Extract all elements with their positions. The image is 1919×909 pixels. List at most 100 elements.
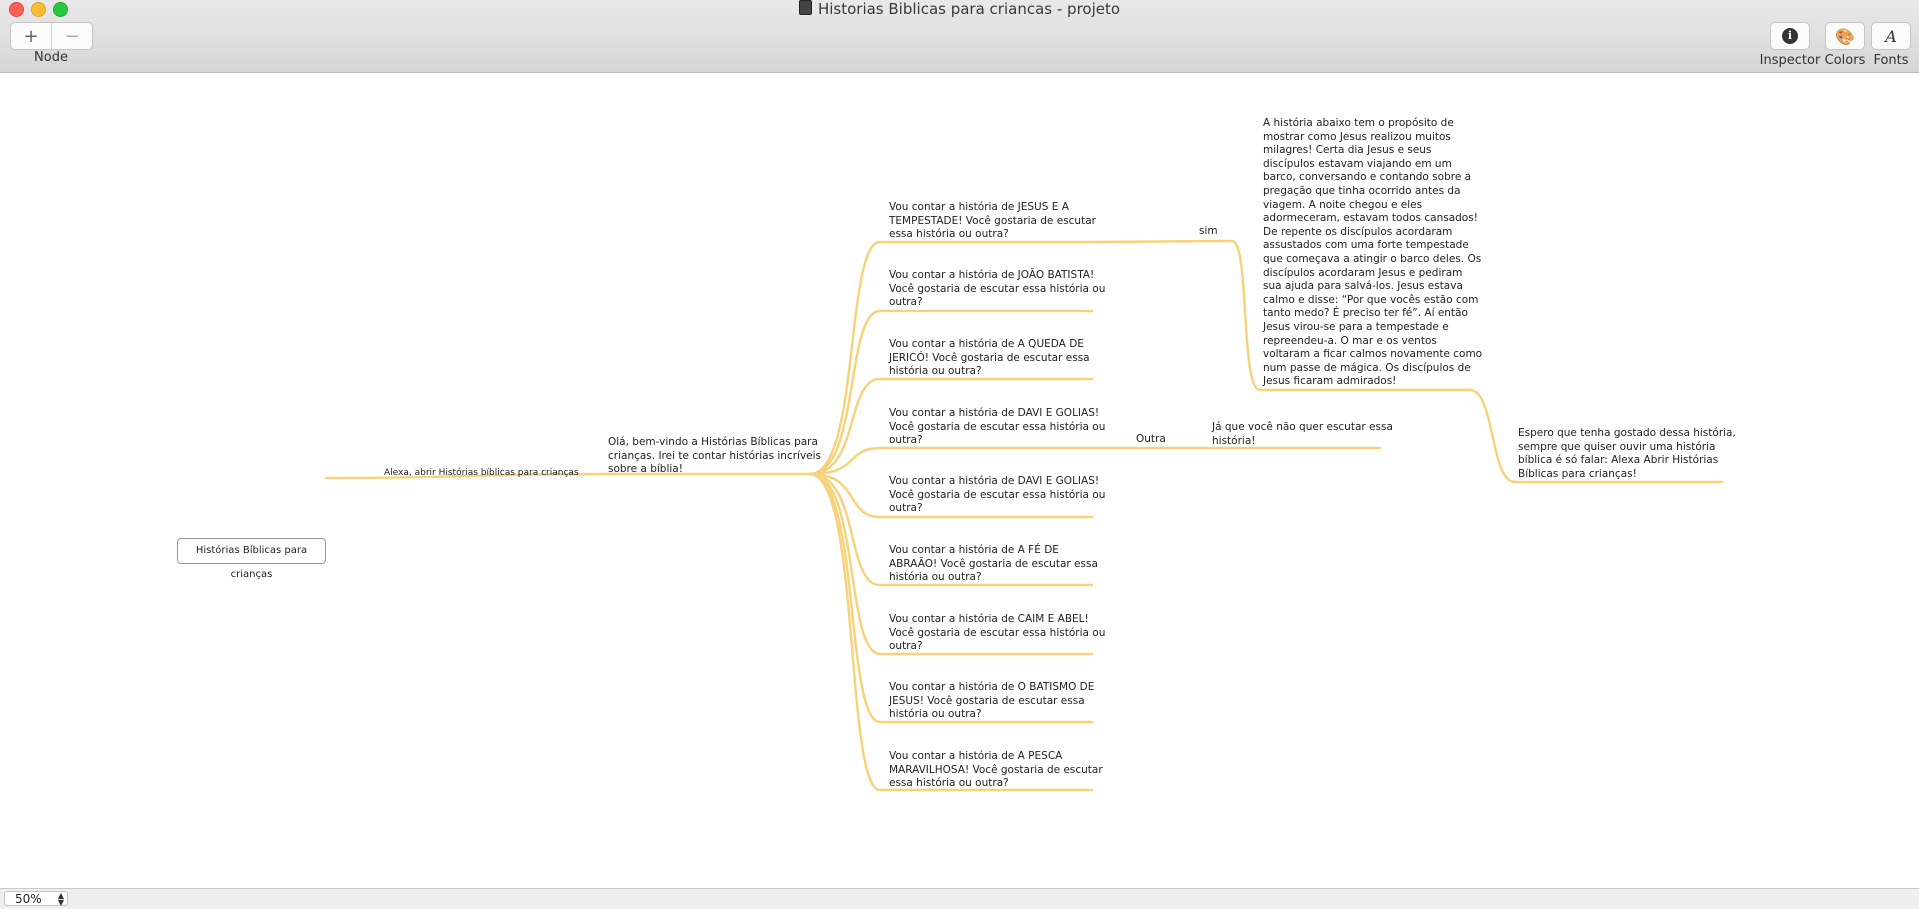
story-node-6[interactable]: Vou contar a história de A FÉ DE ABRAÃO!… <box>889 544 1098 585</box>
font-icon: A <box>1885 26 1897 46</box>
text-line: discípulos estavam viajando em um <box>1263 157 1452 170</box>
outra-reply-node[interactable]: Já que você não quer escutar essa histór… <box>1212 421 1393 448</box>
text-line: MARAVILHOSA! Você gostaria de escutar <box>889 763 1103 776</box>
text-line: discípulos acordaram Jesus e pediram <box>1263 266 1463 279</box>
story-node-5[interactable]: Vou contar a história de DAVI E GOLIAS! … <box>889 475 1105 516</box>
welcome-node[interactable]: Olá, bem-vindo a Histórias Bíblicas para… <box>608 436 821 477</box>
text-line: milagres! Certa dia Jesus e seus <box>1263 144 1432 157</box>
text-line: outra? <box>889 434 923 447</box>
text-line: crianças. Irei te contar histórias incrí… <box>608 449 822 462</box>
minus-icon: − <box>64 25 80 47</box>
text-line: Já que você não quer escutar essa <box>1212 421 1393 433</box>
text-line: essa história ou outra? <box>889 228 1009 241</box>
text-line: Você gostaria de escutar essa história o… <box>889 282 1106 295</box>
fonts-tool[interactable]: A Fonts <box>1868 22 1914 68</box>
text-line: que começava a atingir o barco deles. Os <box>1263 252 1482 265</box>
story-node-7[interactable]: Vou contar a história de CAIM E ABEL! Vo… <box>889 613 1105 654</box>
status-bar: 50% ▲ ▼ <box>0 888 1919 909</box>
colors-button[interactable]: 🎨 <box>1825 22 1865 50</box>
text-line: bíblica é só falar: Alexa Abrir História… <box>1518 454 1719 467</box>
text-line: Vou contar a história de JESUS E A <box>889 201 1069 213</box>
text-line: viagem. A noite chegou e eles <box>1263 198 1423 211</box>
text-line: JERICÓ! Você gostaria de escutar essa <box>889 351 1090 364</box>
text-line: assustados com uma forte tempestade <box>1263 239 1469 252</box>
add-node-button[interactable]: + <box>11 23 51 49</box>
text-line: Vou contar a história de A QUEDA DE <box>889 338 1084 350</box>
mindmap-root-node[interactable]: Histórias Bíblicas para crianças <box>177 538 326 580</box>
colors-tool[interactable]: 🎨 Colors <box>1820 22 1870 68</box>
text-line: Vou contar a história de CAIM E ABEL! <box>889 613 1089 625</box>
text-line: história ou outra? <box>889 365 982 378</box>
story-node-2[interactable]: Vou contar a história de JOÃO BATISTA! V… <box>889 269 1105 310</box>
document-icon <box>798 0 812 15</box>
plus-icon: + <box>23 25 39 47</box>
text-line: JESUS! Você gostaria de escutar essa <box>889 694 1085 707</box>
text-line: essa história ou outra? <box>889 777 1009 790</box>
window-title-text: Historias Biblicas para criancas - proje… <box>817 0 1121 18</box>
text-line: Espero que tenha gostado dessa história, <box>1518 427 1736 439</box>
text-line: história ou outra? <box>889 571 982 584</box>
info-icon: i <box>1782 28 1798 44</box>
text-line: Bíblicas para crianças! <box>1518 467 1637 480</box>
remove-node-button[interactable]: − <box>51 23 92 49</box>
text-line: ABRAÃO! Você gostaria de escutar essa <box>889 557 1098 570</box>
text-line: sobre a bíblia! <box>608 463 683 476</box>
zoom-value: 50% <box>15 892 42 906</box>
text-line: num passe de mágica. Os discípulos de <box>1263 361 1471 374</box>
text-line: repreendeu-a. O mar e os ventos <box>1263 334 1437 347</box>
title-bar: Historias Biblicas para criancas - proje… <box>0 0 1919 73</box>
text-line: história! <box>1212 434 1256 447</box>
story-node-4[interactable]: Vou contar a história de DAVI E GOLIAS! … <box>889 407 1105 448</box>
text-line: Você gostaria de escutar essa história o… <box>889 420 1106 433</box>
text-line: Vou contar a história de DAVI E GOLIAS! <box>889 475 1100 487</box>
text-line: TEMPESTADE! Você gostaria de escutar <box>889 214 1096 227</box>
text-line: barco, conversando e contando sobre a <box>1263 171 1472 184</box>
text-line: mostrar como Jesus realizou muitos <box>1263 130 1451 143</box>
text-line: Você gostaria de escutar essa história o… <box>889 626 1106 639</box>
palette-icon: 🎨 <box>1835 26 1855 46</box>
fonts-button[interactable]: A <box>1871 22 1911 50</box>
node-segmented-control: + − <box>10 22 93 50</box>
node-label: Node <box>34 50 68 65</box>
text-line: outra? <box>889 296 923 309</box>
inspector-label: Inspector <box>1759 53 1821 68</box>
closing-node[interactable]: Espero que tenha gostado dessa história,… <box>1518 427 1736 481</box>
mindmap-canvas[interactable]: Histórias Bíblicas para crianças Alexa, … <box>0 72 1919 888</box>
text-line: Vou contar a história de A FÉ DE <box>889 544 1059 556</box>
edge-label-sim[interactable]: sim <box>1199 225 1218 239</box>
text-line: Vou contar a história de JOÃO BATISTA! <box>889 269 1095 281</box>
story-node-3[interactable]: Vou contar a história de A QUEDA DE JERI… <box>889 338 1090 379</box>
text-line: voltaram a ficar calmos novamente como <box>1263 348 1483 361</box>
text-line: sua ajuda para salvá-los. Jesus estava <box>1263 280 1463 293</box>
branch-story-4 <box>808 446 1094 476</box>
colors-label: Colors <box>1824 53 1866 68</box>
edge-label-alexa[interactable]: Alexa, abrir Histórias bíblicas para cri… <box>384 467 579 481</box>
text-line: tanto medo? É preciso ter fé”. Aí então <box>1263 307 1468 320</box>
text-line: Vou contar a história de O BATISMO DE <box>889 681 1095 693</box>
edge-label-outra[interactable]: Outra <box>1136 433 1166 447</box>
text-line: calmo e disse: “Por que vocês estão com <box>1263 293 1479 306</box>
fonts-label: Fonts <box>1873 53 1909 68</box>
text-line: Olá, bem-vindo a Histórias Bíblicas para <box>608 436 818 448</box>
text-line: Jesus ficaram admirados! <box>1263 375 1397 388</box>
inspector-button[interactable]: i <box>1770 22 1810 50</box>
text-line: outra? <box>889 502 923 515</box>
text-line: Vou contar a história de A PESCA <box>889 750 1063 762</box>
zoom-select[interactable]: 50% ▲ ▼ <box>4 891 68 907</box>
text-line: A história abaixo tem o propósito de <box>1263 117 1454 129</box>
stepper-icon: ▲ ▼ <box>57 891 64 907</box>
story-node-9[interactable]: Vou contar a história de A PESCA MARAVIL… <box>889 750 1103 791</box>
tempestade-story-node[interactable]: A história abaixo tem o propósito de mos… <box>1263 117 1482 389</box>
text-line: Jesus virou-se para a tempestade e <box>1263 320 1449 333</box>
text-line: sempre que quiser ouvir uma história <box>1518 440 1716 453</box>
text-line: história ou outra? <box>889 708 982 721</box>
text-line: Vou contar a história de DAVI E GOLIAS! <box>889 407 1100 419</box>
text-line: adormeceram, estavam todos cansados! <box>1263 212 1478 225</box>
text-line: De repente os discípulos acordaram <box>1263 225 1453 238</box>
text-line: outra? <box>889 640 923 653</box>
inspector-tool[interactable]: i Inspector <box>1755 22 1825 68</box>
text-line: pregação que tinha ocorrido antes da <box>1263 184 1461 197</box>
story-node-1[interactable]: Vou contar a história de JESUS E A TEMPE… <box>889 201 1096 242</box>
story-node-8[interactable]: Vou contar a história de O BATISMO DE JE… <box>889 681 1094 722</box>
window-title: Historias Biblicas para criancas - proje… <box>0 0 1919 17</box>
